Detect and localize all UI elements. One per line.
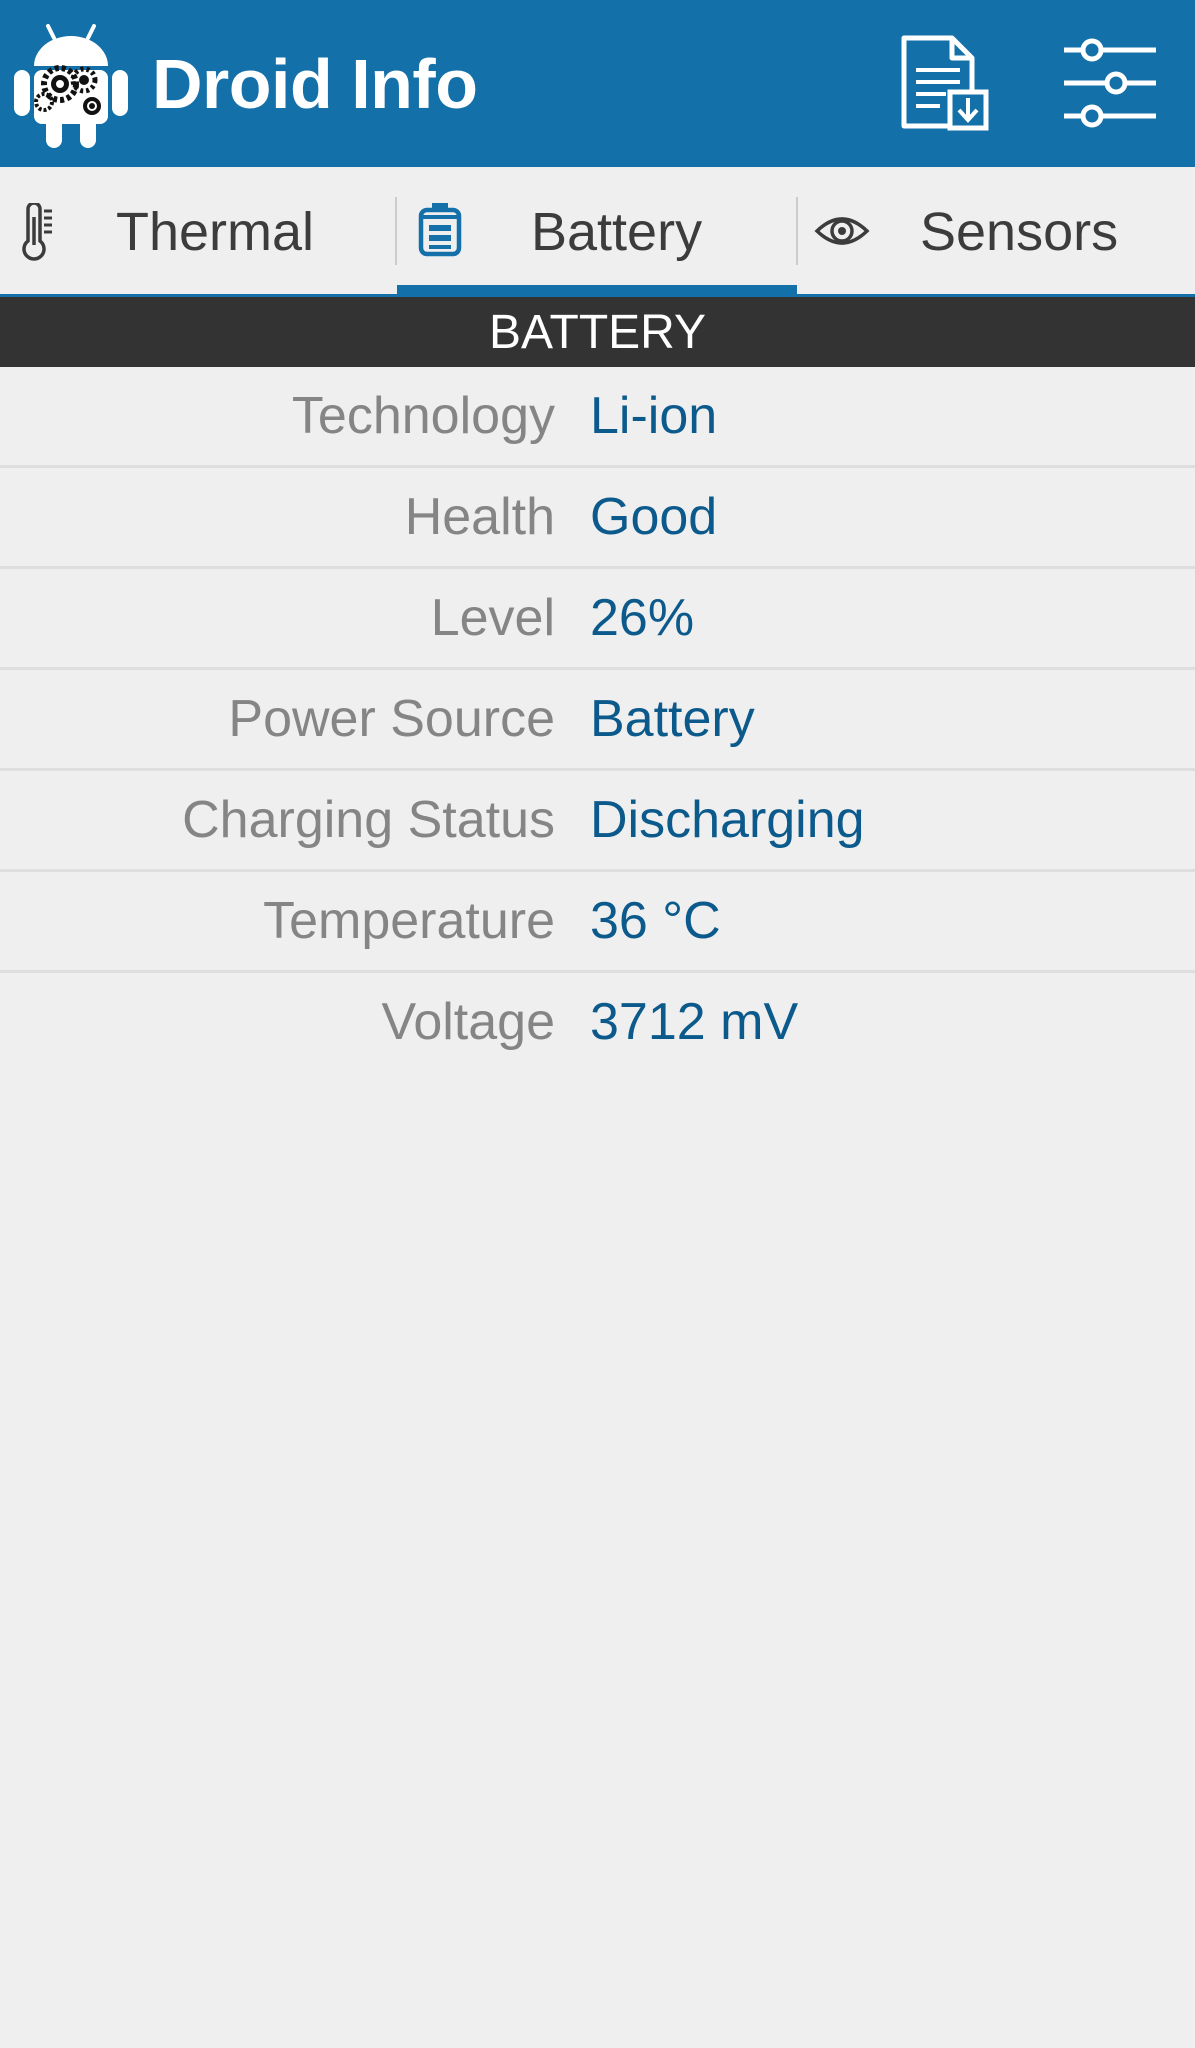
info-row-value: Good (590, 488, 718, 546)
info-row-label: Health (404, 488, 555, 546)
info-row-label: Technology (291, 387, 555, 445)
export-report-icon[interactable] (894, 32, 994, 132)
tab-sensors-label: Sensors (920, 202, 1119, 262)
battery-icon (418, 203, 462, 257)
eye-icon (814, 217, 870, 245)
info-row-value: Discharging (590, 791, 865, 849)
info-row-value: 36 °C (590, 892, 721, 950)
info-row-label: Charging Status (182, 791, 555, 849)
section-title: BATTERY (0, 297, 1195, 367)
info-row-label: Level (430, 589, 555, 647)
tab-sensors[interactable]: Sensors (798, 167, 1195, 294)
info-row-level: Level 26% (0, 569, 1195, 670)
tab-battery[interactable]: Battery (397, 167, 797, 294)
info-row-voltage: Voltage 3712 mV (0, 973, 1195, 1074)
info-row-value: 26% (590, 589, 695, 647)
battery-info-list: Technology Li-ion Health Good Level 26% … (0, 367, 1195, 1074)
tab-battery-label: Battery (531, 202, 703, 262)
info-row-label: Temperature (263, 892, 555, 950)
tab-selected-indicator (397, 285, 797, 297)
info-row-charging-status: Charging Status Discharging (0, 771, 1195, 872)
info-row-value: Battery (590, 690, 755, 748)
tab-bar: Thermal Battery Sensors (0, 167, 1195, 297)
info-row-value: Li-ion (590, 387, 718, 445)
info-row-label: Voltage (381, 993, 556, 1051)
tab-thermal-label: Thermal (116, 202, 315, 262)
android-gears-logo-icon (14, 24, 128, 148)
info-row-temperature: Temperature 36 °C (0, 872, 1195, 973)
info-row-technology: Technology Li-ion (0, 367, 1195, 468)
app-title: Droid Info (152, 45, 478, 123)
app-bar: Droid Info (0, 0, 1195, 167)
info-row-health: Health Good (0, 468, 1195, 569)
info-row-value: 3712 mV (590, 993, 799, 1051)
sliders-icon[interactable] (1060, 36, 1160, 130)
info-row-label: Power Source (228, 690, 555, 748)
info-row-power-source: Power Source Battery (0, 670, 1195, 771)
tab-thermal[interactable]: Thermal (0, 167, 396, 294)
thermometer-icon (22, 203, 52, 261)
